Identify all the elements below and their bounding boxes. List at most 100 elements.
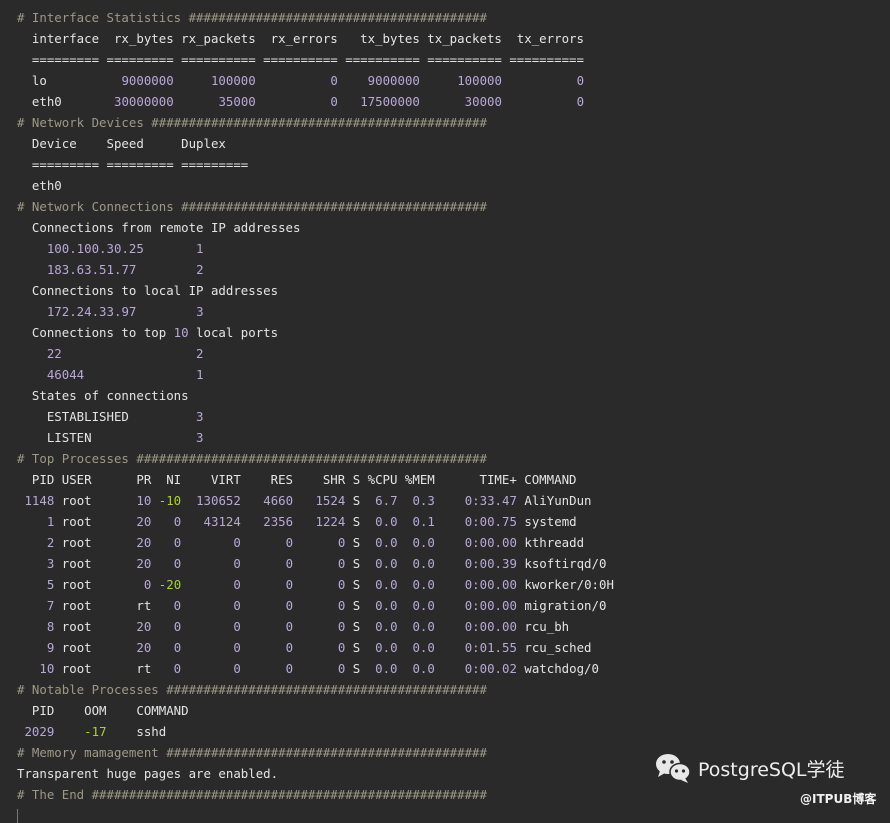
number-token: 0.0 (375, 556, 398, 571)
number-token: 0.0 (412, 535, 435, 550)
section-header: # Memory mamagement ####################… (17, 745, 487, 760)
number-token: 0:00.00 (464, 577, 517, 592)
number-token: 2 (196, 346, 204, 361)
output-line: Transparent huge pages are enabled. (17, 766, 279, 781)
output-line: 22 2 (17, 343, 614, 364)
section-header: # Network Devices ######################… (17, 115, 487, 130)
output-line: ========= ========= ========= (17, 157, 249, 172)
number-token: 4660 (263, 493, 294, 508)
number-token: 2 (46, 535, 55, 550)
number-token: 0 (576, 73, 585, 88)
number-token: 0.0 (412, 556, 435, 571)
number-token: 2029 (24, 724, 55, 739)
number-token: 0.0 (412, 640, 435, 655)
number-token: 3 (196, 304, 204, 319)
number-token: 1224 (315, 514, 346, 529)
number-token: 0.0 (412, 661, 435, 676)
output-line: 183.63.51.77 2 (17, 259, 614, 280)
number-token: 30000000 (113, 94, 174, 109)
number-token: 0.0 (412, 619, 435, 634)
output-line: 1 root 20 0 43124 2356 1224 S 0.0 0.1 0:… (46, 514, 577, 529)
text-cursor (17, 809, 18, 823)
output-line: 1148 root 10 -10 130652 4660 1524 S 6.7 … (24, 493, 592, 508)
output-line: interface rx_bytes rx_packets rx_errors … (17, 31, 584, 46)
number-token: 0:00.39 (464, 556, 517, 571)
number-token: 0.0 (375, 514, 398, 529)
number-token: 0 (337, 556, 346, 571)
number-token: 0 (173, 556, 182, 571)
output-line: 9 root 20 0 0 0 0 S 0.0 0.0 0:01.55 rcu_… (46, 640, 592, 655)
number-token: 0 (233, 640, 241, 655)
number-token: 0 (233, 598, 241, 613)
number-token: 172.24.33.97 (46, 304, 137, 319)
number-token: 0 (173, 535, 182, 550)
number-token: -20 (158, 577, 182, 592)
number-token: 0 (576, 94, 585, 109)
number-token: 183.63.51.77 (46, 262, 137, 277)
number-token: 0 (173, 661, 182, 676)
number-token: 130652 (196, 493, 241, 508)
output-line: eth0 30000000 35000 0 17500000 30000 0 (17, 94, 585, 109)
output-line: eth0 (17, 178, 62, 193)
number-token: 3 (196, 409, 204, 424)
output-line: ========= ========= ========== =========… (17, 52, 584, 67)
number-token: 20 (136, 640, 152, 655)
number-token: -10 (158, 493, 182, 508)
number-token: 0 (285, 577, 294, 592)
number-token: 0 (337, 640, 346, 655)
number-token: 30000 (464, 94, 502, 109)
output-line: 172.24.33.97 3 (17, 301, 614, 322)
number-token: 10 (173, 325, 189, 340)
output-line: PID OOM COMMAND (17, 703, 189, 718)
output-line: Connections to local IP addresses (17, 283, 279, 298)
number-token: 0:00.02 (464, 661, 517, 676)
number-token: 0:00.00 (464, 598, 517, 613)
number-token: 7 (46, 598, 55, 613)
number-token: 17500000 (360, 94, 420, 109)
number-token: 0 (173, 640, 182, 655)
number-token: 0 (337, 619, 346, 634)
number-token: 0.0 (375, 535, 398, 550)
number-token: 100.100.30.25 (46, 241, 144, 256)
number-token: 1524 (315, 493, 346, 508)
output-line: Connections to top 10 local ports (17, 325, 279, 340)
number-token: 0.0 (375, 619, 398, 634)
number-token: 0 (337, 598, 346, 613)
number-token: 10 (39, 661, 55, 676)
output-line: 100.100.30.25 1 (17, 238, 614, 259)
number-token: 0 (285, 640, 294, 655)
section-header: # Top Processes ########################… (17, 451, 487, 466)
number-token: 1 (196, 367, 204, 382)
number-token: 0:33.47 (464, 493, 517, 508)
number-token: 0 (337, 577, 346, 592)
number-token: 20 (136, 556, 152, 571)
number-token: 0 (330, 94, 338, 109)
number-token: 5 (46, 577, 55, 592)
number-token: 0:00.75 (464, 514, 517, 529)
number-token: 0 (233, 661, 241, 676)
output-line: Device Speed Duplex (17, 136, 226, 151)
number-token: 0 (285, 535, 294, 550)
number-token: 0 (330, 73, 338, 88)
number-token: 0 (285, 619, 294, 634)
number-token: 43124 (203, 514, 241, 529)
output-line: LISTEN 3 (17, 430, 204, 445)
terminal-output[interactable]: # Interface Statistics #################… (17, 7, 614, 823)
number-token: 0.0 (375, 598, 398, 613)
number-token: 3 (46, 556, 55, 571)
number-token: 100000 (457, 73, 502, 88)
number-token: 6.7 (375, 493, 398, 508)
number-token: 0:00.00 (464, 619, 517, 634)
output-line: 2029 -17 sshd (24, 724, 167, 739)
section-header: # Interface Statistics #################… (17, 10, 487, 25)
output-line: 8 root 20 0 0 0 0 S 0.0 0.0 0:00.00 rcu_… (46, 619, 570, 634)
number-token: 22 (46, 346, 62, 361)
number-token: 0.0 (375, 640, 398, 655)
output-line: States of connections (17, 388, 189, 403)
watermark: PostgreSQL学徒 (654, 752, 845, 784)
section-header: # Network Connections ##################… (17, 199, 487, 214)
output-line: 3 root 20 0 0 0 0 S 0.0 0.0 0:00.39 ksof… (46, 556, 607, 571)
output-line: 46044 1 (17, 364, 614, 385)
number-token: 0 (173, 514, 182, 529)
number-token: 0 (233, 577, 241, 592)
